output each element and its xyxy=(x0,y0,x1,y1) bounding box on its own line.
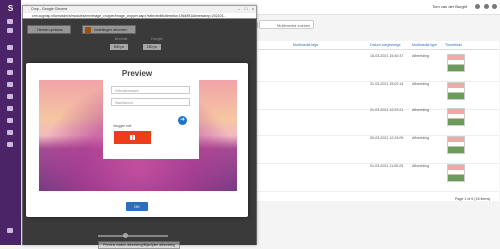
mail-icon[interactable] xyxy=(7,70,13,75)
user-name[interactable]: Tom van der Burght xyxy=(432,4,467,9)
type-cell: Afbeelding xyxy=(412,82,429,86)
help-icon[interactable] xyxy=(484,4,489,9)
date-cell: 15-03-2021 15:40:37 xyxy=(370,54,404,58)
table-row[interactable]: 31-03-2021 12:22:21 Afbeelding xyxy=(257,108,499,136)
search-nav-icon[interactable] xyxy=(7,58,13,63)
column-header-thumbnail[interactable]: Thumbnail xyxy=(445,43,462,47)
notification-icon[interactable] xyxy=(475,4,480,9)
search-input[interactable]: Multimedia zoeken xyxy=(248,20,314,29)
search-placeholder: Multimedia zoeken xyxy=(277,23,311,28)
type-cell: Afbeelding xyxy=(412,136,429,140)
windows-logo-icon xyxy=(130,135,135,140)
app-logo[interactable]: S xyxy=(6,4,15,13)
type-cell: Afbeelding xyxy=(412,54,429,58)
tasks-icon[interactable] xyxy=(7,118,13,123)
media-icon[interactable] xyxy=(7,130,13,135)
settings-icon[interactable] xyxy=(492,4,497,9)
table-header: Multimedia tags Datum toegevoegd Multime… xyxy=(257,41,499,50)
calendar-icon[interactable] xyxy=(7,82,13,87)
thumbnail-image[interactable] xyxy=(447,136,465,154)
username-placeholder: Gebruikersnaam xyxy=(115,89,139,93)
table-row[interactable]: 01-03-2021 11:55:25 Afbeelding xyxy=(257,164,499,192)
menu-icon[interactable] xyxy=(7,19,13,24)
date-cell: 09-03-2021 12:24:09 xyxy=(370,136,404,140)
user-nav-icon[interactable] xyxy=(7,228,13,233)
thumbnail-image[interactable] xyxy=(447,164,465,182)
chart-icon[interactable] xyxy=(7,106,13,111)
ok-button[interactable]: OK xyxy=(126,202,148,211)
column-header-date[interactable]: Datum toegevoegd xyxy=(370,43,400,47)
browser-title: Crop - Google Chrome xyxy=(31,7,68,11)
contacts-icon[interactable] xyxy=(7,45,13,50)
app-sidebar: S xyxy=(0,0,21,245)
preview-image: Gebruikersnaam Wachtwoord ➜ Inloggen met xyxy=(39,80,237,191)
password-placeholder: Wachtwoord xyxy=(115,101,133,105)
settings-nav-icon[interactable] xyxy=(7,142,13,147)
date-cell: 31-03-2021 12:22:21 xyxy=(370,108,404,112)
thumbnail-image[interactable] xyxy=(447,54,465,72)
close-icon[interactable]: × xyxy=(250,7,256,11)
login-form-preview: Gebruikersnaam Wachtwoord ➜ Inloggen met xyxy=(103,80,199,159)
thumbnail-image[interactable] xyxy=(447,82,465,100)
date-cell: 31-03-2021 15:02:14 xyxy=(370,82,404,86)
maximize-icon[interactable]: □ xyxy=(243,7,249,11)
document-icon[interactable] xyxy=(7,94,13,99)
column-header-tags[interactable]: Multimedia tags xyxy=(293,43,318,47)
type-cell: Afbeelding xyxy=(412,164,429,168)
dashboard-icon[interactable] xyxy=(7,28,13,33)
arrow-right-icon: ➜ xyxy=(178,116,187,125)
column-header-type[interactable]: Multimedia type xyxy=(412,43,437,47)
date-cell: 01-03-2021 11:55:25 xyxy=(370,164,404,168)
pagination-info: Page 1 of 6 (16 items) xyxy=(455,197,491,201)
password-field: Wachtwoord xyxy=(111,98,190,106)
type-cell: Afbeelding xyxy=(412,108,429,112)
login-caption: Inloggen met xyxy=(113,124,132,128)
minimize-icon[interactable]: – xyxy=(236,7,242,11)
table-row[interactable]: 15-03-2021 15:40:37 Afbeelding xyxy=(257,54,499,82)
table-row[interactable]: 31-03-2021 15:02:14 Afbeelding xyxy=(257,82,499,110)
browser-titlebar[interactable]: Crop - Google Chrome – □ × xyxy=(23,6,256,13)
preview-dialog: Preview Gebruikersnaam Wachtwoord ➜ Inlo… xyxy=(26,63,248,217)
table-row[interactable]: 09-03-2021 12:24:09 Afbeelding xyxy=(257,136,499,164)
preview-title: Preview xyxy=(121,69,153,78)
thumbnail-image[interactable] xyxy=(447,108,465,126)
windows-login-tile xyxy=(114,131,151,144)
multimedia-table: Multimedia tags Datum toegevoegd Multime… xyxy=(257,41,499,201)
username-field: Gebruikersnaam xyxy=(111,86,190,94)
